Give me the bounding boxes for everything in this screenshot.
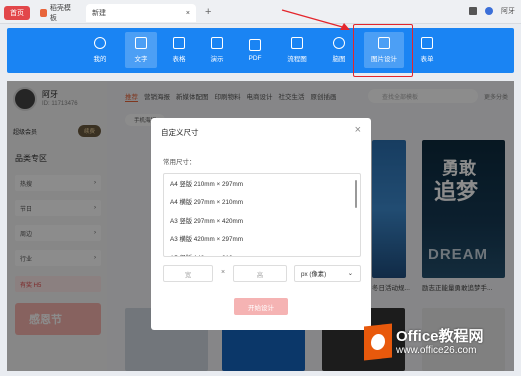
user-name-titlebar[interactable]: 阿牙	[501, 6, 515, 16]
watermark: Office教程网 www.office26.com	[364, 323, 484, 361]
tool-mindmap[interactable]: 脑图	[323, 32, 355, 68]
size-option[interactable]: A5 竖版 148mm × 210mm	[164, 248, 360, 256]
tab-new-label: 新建	[92, 10, 106, 17]
tool-spreadsheet[interactable]: 表格	[163, 32, 195, 68]
common-sizes-label: 常用尺寸：	[163, 159, 196, 166]
tool-label: 表单	[420, 56, 434, 63]
close-icon[interactable]: ×	[186, 10, 190, 17]
size-option[interactable]: A3 竖版 297mm × 420mm	[164, 211, 360, 230]
times-sign: ×	[221, 269, 226, 276]
tab-new[interactable]: 新建 ×	[86, 4, 196, 22]
tool-label: 表格	[172, 56, 186, 63]
pdf-icon	[249, 38, 261, 51]
tool-presentation[interactable]: 演示	[201, 32, 233, 68]
size-option[interactable]: A4 竖版 210mm × 297mm	[164, 174, 360, 193]
mindmap-icon	[333, 37, 345, 49]
docer-logo-icon	[40, 9, 47, 17]
tool-label: 流程图	[287, 56, 307, 63]
tool-mine[interactable]: 我的	[84, 32, 116, 68]
tool-document[interactable]: 文字	[125, 32, 157, 68]
tool-label: 文字	[134, 56, 148, 63]
tab-template[interactable]: 稻壳模板	[34, 4, 80, 22]
size-option[interactable]: A4 横版 297mm × 210mm	[164, 193, 360, 212]
unit-select[interactable]: px (像素) ⌄	[294, 265, 361, 282]
watermark-title: Office教程网	[396, 328, 484, 345]
presentation-icon	[211, 37, 223, 49]
document-icon	[135, 37, 147, 49]
app-toolbar: 我的 文字 表格 演示 PDF 流程图 脑图 图片设计 表单	[7, 28, 514, 73]
window-layout-icon[interactable]	[469, 7, 477, 15]
unit-value: px (像素)	[301, 271, 327, 278]
start-design-button[interactable]: 开始设计	[234, 298, 288, 315]
scrollbar[interactable]	[355, 180, 357, 208]
size-option[interactable]: A3 横版 420mm × 297mm	[164, 230, 360, 249]
size-list[interactable]: A4 竖版 210mm × 297mm A4 横版 297mm × 210mm …	[163, 173, 361, 257]
annotation-highlight-box	[353, 24, 413, 77]
tool-pdf[interactable]: PDF	[239, 32, 271, 68]
custom-size-dialog: 自定义尺寸 × 常用尺寸： A4 竖版 210mm × 297mm A4 横版 …	[151, 118, 371, 330]
tool-label: 演示	[210, 56, 224, 63]
office-logo-icon	[364, 323, 392, 361]
add-tab-button[interactable]: +	[205, 6, 211, 18]
tool-label: PDF	[248, 54, 262, 62]
avatar[interactable]	[485, 7, 493, 15]
form-icon	[421, 37, 433, 49]
flowchart-icon	[291, 37, 303, 49]
tool-label: 脑图	[332, 56, 346, 63]
tool-label: 我的	[93, 56, 107, 63]
height-input[interactable]: 高	[233, 265, 287, 282]
tab-template-label: 稻壳模板	[49, 5, 71, 22]
table-icon	[173, 37, 185, 49]
annotation-arrow-icon	[281, 9, 350, 30]
dialog-title: 自定义尺寸	[161, 128, 199, 137]
chevron-down-icon: ⌄	[347, 270, 353, 277]
tab-home[interactable]: 首页	[4, 6, 30, 20]
title-bar: 首页 稻壳模板 新建 × + 阿牙	[0, 0, 521, 24]
star-icon	[94, 37, 106, 49]
close-icon[interactable]: ×	[355, 124, 361, 136]
window-controls: 阿牙	[469, 6, 515, 16]
watermark-url: www.office26.com	[396, 345, 477, 356]
width-input[interactable]: 宽	[163, 265, 213, 282]
tool-flowchart[interactable]: 流程图	[281, 32, 313, 68]
tab-home-label: 首页	[10, 10, 24, 17]
tool-form[interactable]: 表单	[411, 32, 443, 68]
